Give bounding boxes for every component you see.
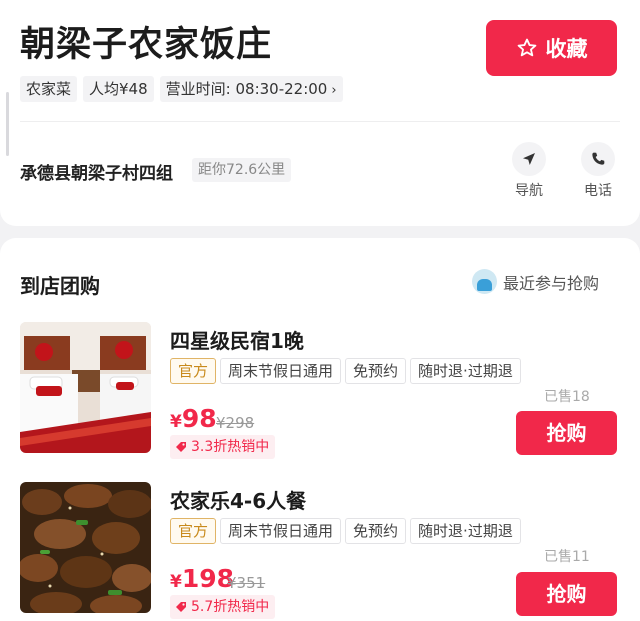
badge-holiday: 周末节假日通用 (220, 518, 342, 544)
call-button[interactable]: 电话 (578, 142, 618, 200)
discount-badge: 5.7折热销中 (170, 595, 276, 619)
opening-hours-tag[interactable]: 营业时间: 08:30-22:00 › (159, 76, 343, 102)
shop-header-card: 朝梁子农家饭庄 收藏 农家菜 人均¥48 营业时间: 08:30-22:00 › … (0, 0, 640, 226)
badge-refund: 随时退·过期退 (410, 518, 521, 544)
navigation-arrow-icon (523, 153, 535, 165)
original-price: ¥351 (227, 574, 266, 592)
deal-price: ¥98 (170, 404, 217, 433)
price-per-person-tag: 人均¥48 (83, 76, 154, 102)
avatar (472, 269, 497, 294)
deal-badges: 官方 周末节假日通用 免预约 随时退·过期退 (170, 358, 521, 384)
deal-name: 四星级民宿1晚 (170, 329, 304, 353)
discount-badge: 3.3折热销中 (170, 435, 276, 459)
favorite-button[interactable]: 收藏 (486, 20, 617, 76)
shop-name: 朝梁子农家饭庄 (20, 25, 273, 65)
navigate-label: 导航 (515, 183, 543, 199)
chevron-right-icon: › (331, 83, 337, 98)
distance-badge: 距你72.6公里 (192, 158, 292, 182)
deal-price: ¥198 (170, 564, 234, 593)
tag-icon (176, 602, 186, 612)
shop-tags: 农家菜 人均¥48 营业时间: 08:30-22:00 › (20, 76, 343, 102)
scroll-indicator (6, 92, 9, 156)
deal-image-fried-beef (20, 482, 151, 613)
discount-text: 3.3折热销中 (191, 439, 270, 455)
buy-button[interactable]: 抢购 (516, 572, 617, 616)
official-badge: 官方 (170, 358, 217, 384)
favorite-label: 收藏 (545, 37, 588, 61)
group-deals-section: 到店团购 最近参与抢购 四星级民宿1晚 官方 周末节假日通用 免预约 随时退·过… (0, 238, 640, 621)
call-label: 电话 (584, 183, 612, 199)
sold-count: 已售11 (544, 549, 590, 565)
official-badge: 官方 (170, 518, 217, 544)
badge-refund: 随时退·过期退 (410, 358, 521, 384)
badge-no-reservation: 免预约 (345, 358, 407, 384)
recent-buyers-label: 最近参与抢购 (503, 273, 600, 293)
recent-buyers[interactable]: 最近参与抢购 (472, 269, 599, 294)
price-value: 98 (181, 404, 217, 433)
buy-button[interactable]: 抢购 (516, 411, 617, 455)
divider (20, 121, 620, 122)
deal-name: 农家乐4-6人餐 (170, 489, 307, 513)
sold-count: 已售18 (544, 389, 590, 405)
badge-no-reservation: 免预约 (345, 518, 407, 544)
section-title: 到店团购 (20, 274, 100, 298)
shop-address[interactable]: 承德县朝梁子村四组 (20, 159, 173, 184)
discount-text: 5.7折热销中 (191, 599, 270, 615)
deal-item[interactable]: 农家乐4-6人餐 官方 周末节假日通用 免预约 随时退·过期退 已售11 ¥19… (0, 482, 640, 621)
price-currency: ¥ (170, 412, 182, 432)
deal-badges: 官方 周末节假日通用 免预约 随时退·过期退 (170, 518, 521, 544)
tag-icon (176, 442, 186, 452)
opening-hours-text: 营业时间: 08:30-22:00 (165, 80, 328, 98)
star-icon (517, 38, 536, 57)
deal-item[interactable]: 四星级民宿1晚 官方 周末节假日通用 免预约 随时退·过期退 已售18 ¥98 … (0, 322, 640, 472)
navigate-button[interactable]: 导航 (509, 142, 549, 200)
deal-image-hotel-room (20, 322, 151, 453)
price-currency: ¥ (170, 572, 182, 592)
original-price: ¥298 (216, 414, 255, 432)
cuisine-tag: 农家菜 (20, 76, 78, 102)
phone-icon (592, 152, 605, 165)
badge-holiday: 周末节假日通用 (220, 358, 342, 384)
